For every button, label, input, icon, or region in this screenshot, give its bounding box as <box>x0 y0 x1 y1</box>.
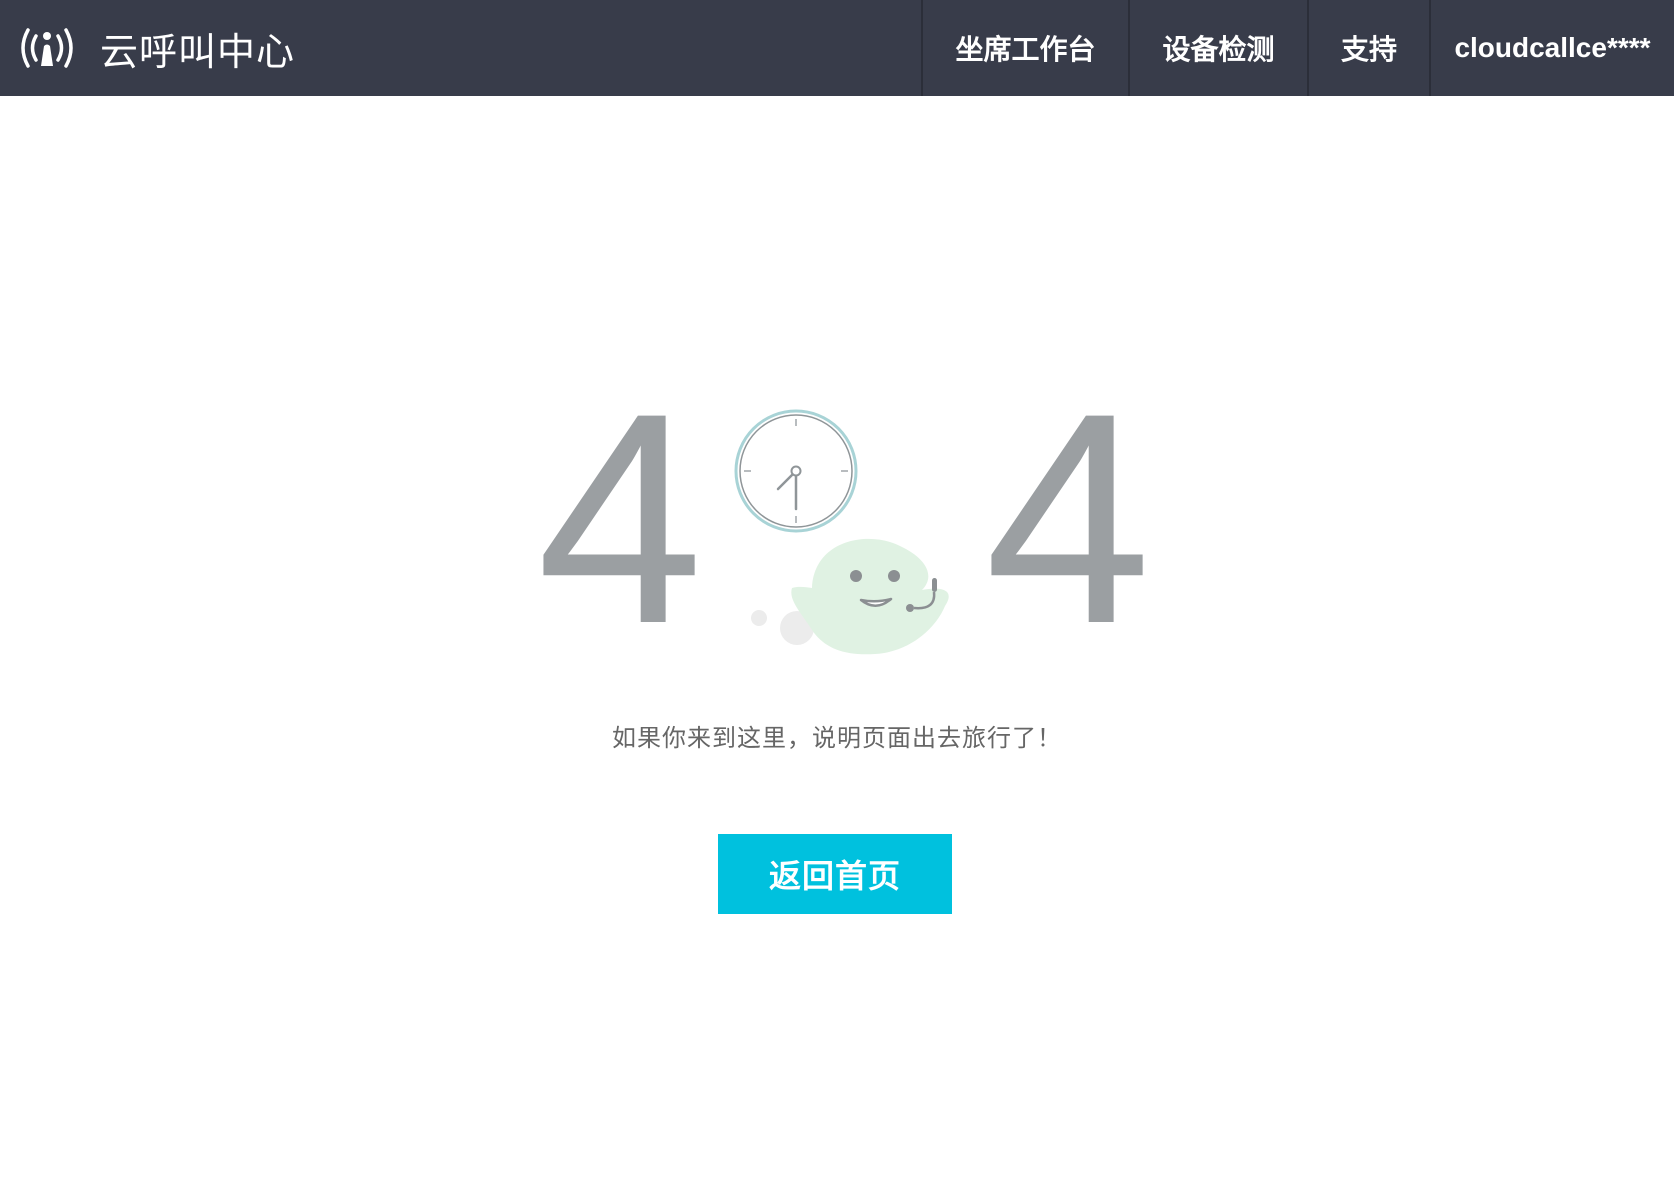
error-digit-left: 4 <box>537 400 704 640</box>
svg-text:4: 4 <box>985 400 1152 640</box>
error-message: 如果你来到这里，说明页面出去旅行了！ <box>612 724 1062 752</box>
top-nav: 坐席工作台 设备检测 支持 cloudcallce**** <box>921 0 1674 96</box>
svg-text:4: 4 <box>537 400 704 640</box>
top-nav-bar: 云呼叫中心 坐席工作台 设备检测 支持 cloudcallce**** <box>0 0 1674 96</box>
nav-device-check[interactable]: 设备检测 <box>1128 0 1307 96</box>
brand[interactable]: 云呼叫中心 <box>16 0 295 96</box>
error-digit-right: 4 <box>985 400 1152 640</box>
broadcast-person-icon <box>21 28 73 68</box>
clock-icon <box>734 409 858 533</box>
app-title: 云呼叫中心 <box>100 29 296 74</box>
nav-user-account[interactable]: cloudcallce**** <box>1429 0 1674 96</box>
nav-support[interactable]: 支持 <box>1307 0 1429 96</box>
smiling-bubble-headset-icon <box>751 538 949 655</box>
nav-agent-workbench[interactable]: 坐席工作台 <box>921 0 1128 96</box>
back-to-home-button[interactable]: 返回首页 <box>718 834 952 914</box>
